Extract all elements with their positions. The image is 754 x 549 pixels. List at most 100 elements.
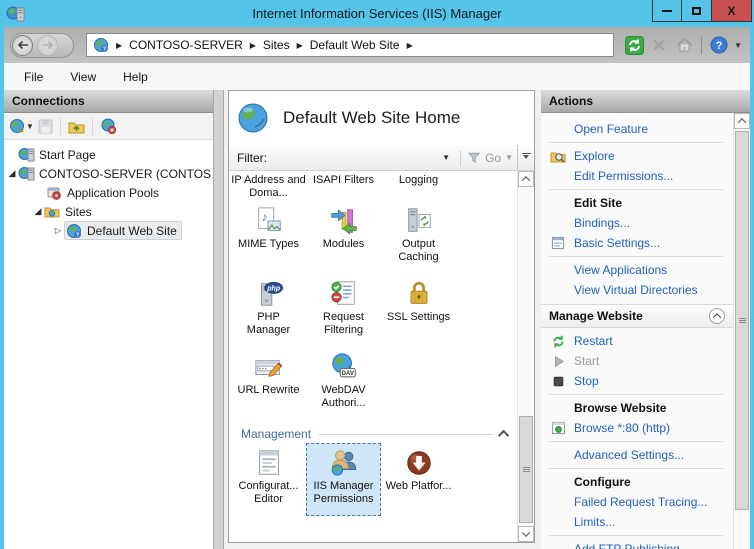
- back-button[interactable]: [12, 35, 33, 56]
- feature-tile-modules[interactable]: Modules: [306, 201, 381, 274]
- tree-expander-collapsed-icon[interactable]: ▷: [52, 226, 64, 235]
- toolbar-divider: [60, 118, 61, 135]
- action-view-virtual-directories[interactable]: View Virtual Directories: [541, 280, 733, 300]
- tree-item-server[interactable]: ◢ CONTOSO-SERVER (CONTOS: [4, 164, 213, 183]
- actions-separator: [549, 468, 723, 469]
- panel-splitter[interactable]: [213, 90, 224, 549]
- help-dropdown-caret-icon[interactable]: ▼: [734, 41, 742, 50]
- menu-help[interactable]: Help: [123, 70, 148, 84]
- action-open-feature[interactable]: Open Feature: [541, 119, 733, 139]
- menu-file[interactable]: File: [24, 70, 43, 84]
- configuration-editor-icon: [253, 448, 285, 478]
- manage-website-group-header: Manage Website: [541, 304, 733, 328]
- maximize-icon: [692, 7, 701, 15]
- refresh-button[interactable]: [624, 35, 644, 55]
- action-add-ftp-publishing[interactable]: Add FTP Publishing...: [541, 539, 733, 549]
- scroll-up-button[interactable]: [518, 171, 534, 187]
- menu-view[interactable]: View: [70, 70, 96, 84]
- overflow-icon: [522, 153, 531, 154]
- help-button[interactable]: ?: [709, 35, 729, 55]
- scroll-down-button[interactable]: [518, 526, 534, 542]
- tree-item-default-web-site[interactable]: ▷ ? Default Web Site: [4, 221, 213, 240]
- feature-tile-mime-types[interactable]: ♪ MIME Types: [231, 201, 306, 274]
- disconnect-button[interactable]: [100, 118, 117, 134]
- center-area: Default Web Site Home Filter: ▼: [224, 90, 541, 549]
- feature-tile-webdav[interactable]: DAV WebDAV Authori...: [306, 347, 381, 420]
- home-icon: [676, 37, 693, 53]
- go-dropdown-caret-icon[interactable]: ▼: [505, 153, 513, 162]
- feature-tile-output-caching[interactable]: Output Caching: [381, 201, 456, 274]
- feature-tile-label: IIS Manager Permissions: [311, 480, 377, 506]
- feature-tile-request-filtering[interactable]: Request Filtering: [306, 274, 381, 347]
- toolbar-divider: [460, 150, 461, 166]
- feature-tile-label: SSL Settings: [387, 311, 450, 324]
- action-view-applications[interactable]: View Applications: [541, 260, 733, 280]
- action-explore[interactable]: Explore: [541, 146, 733, 166]
- php-manager-icon: php: [253, 279, 285, 309]
- up-level-button[interactable]: [68, 119, 85, 134]
- browse-icon: [550, 420, 566, 436]
- forward-button[interactable]: [37, 35, 58, 56]
- breadcrumb-item-sites[interactable]: Sites: [263, 38, 290, 52]
- breadcrumb-arrow-icon: ▶: [297, 41, 303, 50]
- go-button[interactable]: Go ▼: [467, 151, 513, 165]
- explore-icon: [550, 148, 566, 164]
- breadcrumb-item-default-web-site[interactable]: Default Web Site: [310, 38, 400, 52]
- feature-tile-ssl-settings[interactable]: SSL Settings: [381, 274, 456, 347]
- minimize-button[interactable]: [652, 0, 682, 22]
- refresh-icon: [625, 36, 644, 55]
- breadcrumb-item-server[interactable]: CONTOSO-SERVER: [129, 38, 243, 52]
- filter-combo-caret-icon[interactable]: ▼: [442, 153, 454, 162]
- filter-combobox[interactable]: ▼: [273, 149, 454, 167]
- feature-tile-logging[interactable]: Logging: [381, 174, 456, 200]
- feature-tile-configuration-editor[interactable]: Configurat... Editor: [231, 443, 306, 516]
- feature-tile-ip-address[interactable]: IP Address and Doma...: [231, 174, 306, 200]
- action-failed-request-tracing[interactable]: Failed Request Tracing...: [541, 492, 733, 512]
- toolbar-overflow-button[interactable]: [517, 145, 534, 170]
- action-stop[interactable]: Stop: [541, 371, 733, 391]
- stop-nav-button[interactable]: [649, 35, 669, 55]
- tree-item-label: Sites: [65, 205, 92, 219]
- feature-tile-web-platform[interactable]: Web Platfor...: [381, 443, 456, 516]
- home-button[interactable]: [674, 35, 694, 55]
- feature-tile-iis-manager-permissions[interactable]: IIS Manager Permissions: [306, 443, 381, 516]
- toolbar-divider: [701, 36, 702, 54]
- main-area: Connections ▼: [0, 90, 754, 549]
- connect-dropdown-caret-icon[interactable]: ▼: [26, 122, 34, 131]
- feature-tile-isapi-filters[interactable]: ISAPI Filters: [306, 174, 381, 200]
- restart-icon: [550, 333, 566, 349]
- collapse-group-button[interactable]: [709, 308, 725, 324]
- tree-item-sites[interactable]: ◢ Sites: [4, 202, 213, 221]
- action-basic-settings[interactable]: Basic Settings...: [541, 233, 733, 253]
- maximize-button[interactable]: [682, 0, 712, 22]
- action-limits[interactable]: Limits...: [541, 512, 733, 532]
- section-collapse-chevron-icon[interactable]: [498, 430, 509, 441]
- web-platform-icon: [403, 448, 435, 478]
- tree-expander-expanded-icon[interactable]: ◢: [6, 168, 18, 179]
- feature-tile-label: Output Caching: [386, 238, 452, 264]
- tree-item-start-page[interactable]: Start Page: [4, 145, 213, 164]
- close-button[interactable]: X: [712, 0, 752, 22]
- save-button[interactable]: [38, 119, 53, 134]
- actions-scrollbar[interactable]: [733, 113, 750, 549]
- action-start: Start: [541, 351, 733, 371]
- connect-button[interactable]: ▼: [9, 118, 34, 134]
- action-browse-80-http[interactable]: Browse *:80 (http): [541, 418, 733, 438]
- tree-expander-expanded-icon[interactable]: ◢: [32, 206, 44, 217]
- scrollbar-thumb[interactable]: [519, 416, 533, 524]
- scroll-up-button[interactable]: [734, 113, 750, 129]
- action-bindings[interactable]: Bindings...: [541, 213, 733, 233]
- tree-item-application-pools[interactable]: Application Pools: [4, 183, 213, 202]
- feature-tile-url-rewrite[interactable]: URL Rewrite: [231, 347, 306, 420]
- stop-nav-icon: [652, 38, 666, 52]
- action-restart[interactable]: Restart: [541, 331, 733, 351]
- overflow-chevron-icon: [523, 155, 529, 162]
- tree-item-label: CONTOSO-SERVER (CONTOS: [39, 167, 211, 181]
- mime-types-icon: ♪: [253, 206, 285, 236]
- scrollbar-thumb[interactable]: [735, 131, 749, 510]
- action-advanced-settings[interactable]: Advanced Settings...: [541, 445, 733, 465]
- action-edit-permissions[interactable]: Edit Permissions...: [541, 166, 733, 186]
- feature-tile-php-manager[interactable]: php PHP Manager: [231, 274, 306, 347]
- actions-separator: [549, 256, 723, 257]
- features-scrollbar[interactable]: [517, 171, 534, 542]
